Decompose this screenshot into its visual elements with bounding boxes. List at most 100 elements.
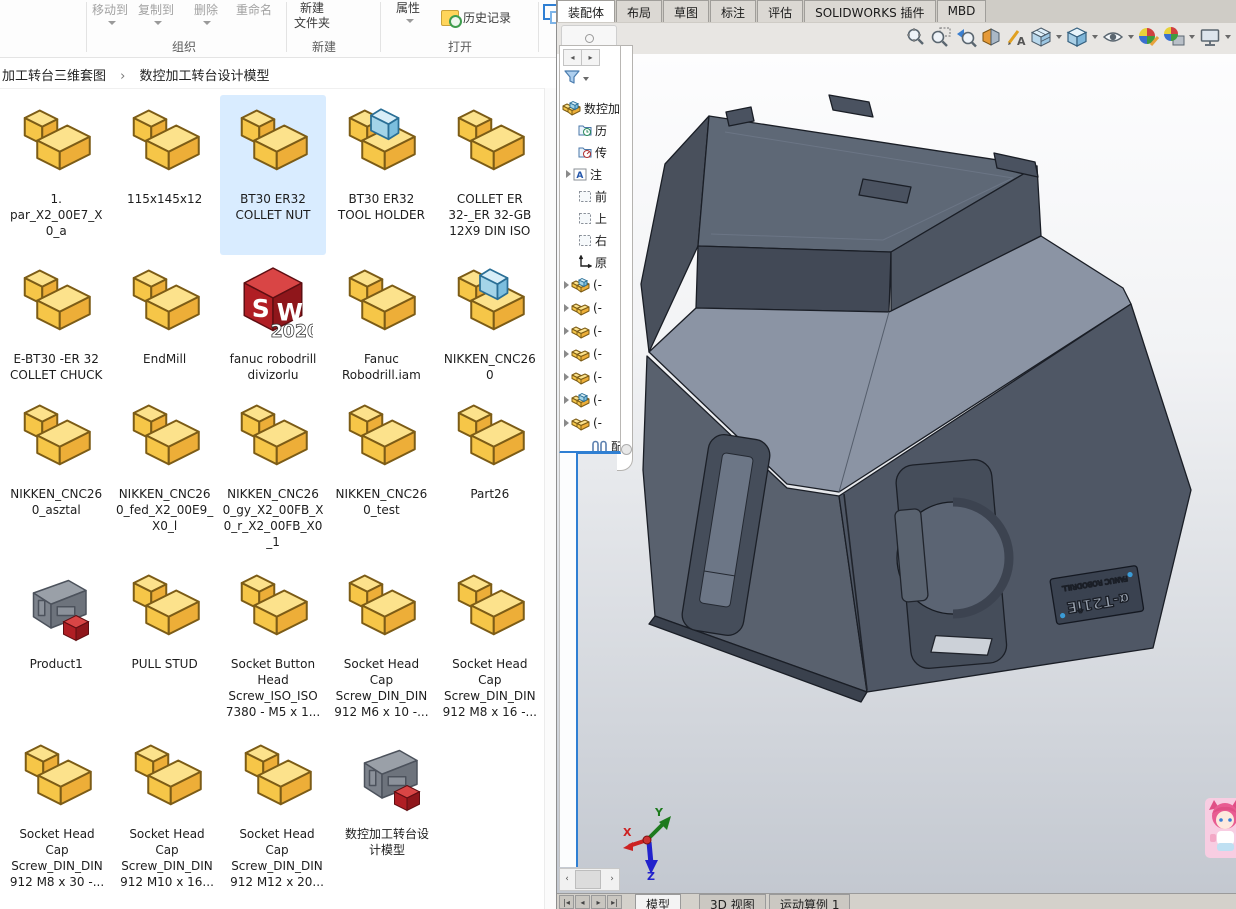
file-item[interactable]: NIKKEN_CNC26 0_fed_X2_00E9_ X0_l <box>111 390 217 560</box>
tree-item-annotations[interactable]: A 注 <box>564 164 621 184</box>
file-item[interactable]: 1. par_X2_00E7_X 0_a <box>3 95 109 255</box>
edit-appearance-icon[interactable] <box>1138 26 1160 48</box>
file-item[interactable]: 数控加工转台设 计模型 <box>333 730 441 904</box>
first-study-icon[interactable]: |◂ <box>559 895 574 909</box>
file-item[interactable]: 115x145x12 <box>111 95 217 255</box>
tree-item-mates[interactable]: 配 <box>590 436 621 454</box>
view-settings-icon[interactable] <box>1199 26 1221 48</box>
tab-3d-views[interactable]: 3D 视图 <box>699 894 766 909</box>
tab-addins[interactable]: SOLIDWORKS 插件 <box>804 0 935 22</box>
file-item[interactable]: fanuc robodrill divizorlu <box>220 255 326 390</box>
explorer-scrollbar[interactable] <box>544 88 556 909</box>
tree-component[interactable]: (- <box>562 344 621 364</box>
expand-caret-icon[interactable] <box>564 396 569 404</box>
tree-next-tab-button[interactable]: ▸ <box>581 49 600 66</box>
apply-scene-caret-icon[interactable] <box>1189 35 1195 39</box>
graphics-viewport[interactable]: α-T21îE FANUC ROBODRILL <box>557 54 1236 893</box>
last-study-icon[interactable]: ▸| <box>607 895 622 909</box>
tab-sketch[interactable]: 草图 <box>663 0 709 22</box>
file-item[interactable]: Socket Button Head Screw_ISO_ISO 7380 - … <box>220 560 326 730</box>
expand-caret-icon[interactable] <box>566 170 571 178</box>
file-item[interactable]: Fanuc Robodrill.iam <box>328 255 434 390</box>
next-study-icon[interactable]: ▸ <box>591 895 606 909</box>
hide-show-caret-icon[interactable] <box>1128 35 1134 39</box>
hide-show-items-icon[interactable] <box>1102 26 1124 48</box>
tree-item-sensors[interactable]: 传 <box>578 142 621 162</box>
breadcrumb-current[interactable]: 数控加工转台设计模型 <box>140 65 270 84</box>
file-item[interactable]: Socket Head Cap Screw_DIN_DIN 912 M6 x 1… <box>328 560 434 730</box>
scrollbar-thumb[interactable] <box>575 870 601 889</box>
history-button[interactable]: 历史记录 <box>463 11 511 26</box>
breadcrumb-parent[interactable]: 加工转台三维套图 <box>2 65 106 84</box>
tree-item-history[interactable]: 历 <box>578 120 621 140</box>
new-folder-button[interactable]: 新建 文件夹 <box>294 1 330 31</box>
zoom-to-fit-icon[interactable] <box>905 26 927 48</box>
tree-item-origin[interactable]: 原 <box>578 252 621 272</box>
scroll-right-icon[interactable]: › <box>605 869 619 890</box>
zoom-to-area-icon[interactable] <box>930 26 952 48</box>
copy-to-button[interactable]: 复制到 <box>138 3 174 18</box>
expand-caret-icon[interactable] <box>564 373 569 381</box>
move-to-button[interactable]: 移动到 <box>92 3 128 18</box>
expand-caret-icon[interactable] <box>564 281 569 289</box>
tree-item-front-plane[interactable]: 前 <box>578 186 621 206</box>
file-item[interactable]: BT30 ER32 TOOL HOLDER <box>328 95 434 255</box>
expand-caret-icon[interactable] <box>564 419 569 427</box>
tree-component[interactable]: (- <box>562 321 621 341</box>
file-item[interactable]: Product1 <box>3 560 109 730</box>
file-item[interactable]: NIKKEN_CNC26 0_gy_X2_00FB_X 0_r_X2_00FB_… <box>220 390 326 560</box>
tab-evaluate[interactable]: 评估 <box>757 0 803 22</box>
display-style-icon[interactable] <box>1066 26 1088 48</box>
copy-to-caret-icon[interactable] <box>154 21 162 25</box>
tree-component[interactable]: (- <box>562 367 621 387</box>
section-view-icon[interactable] <box>980 26 1002 48</box>
previous-view-icon[interactable] <box>955 26 977 48</box>
tree-item-top-plane[interactable]: 上 <box>578 208 621 228</box>
tab-motion-study[interactable]: 运动算例 1 <box>769 894 850 909</box>
file-item[interactable]: Socket Head Cap Screw_DIN_DIN 912 M12 x … <box>223 730 331 904</box>
tab-assembly[interactable]: 装配体 <box>557 0 615 22</box>
filter-caret-icon[interactable] <box>583 77 589 81</box>
file-item[interactable]: Part26 <box>437 390 543 560</box>
rename-button[interactable]: 重命名 <box>236 3 272 18</box>
file-item[interactable]: COLLET ER 32-_ER 32-GB 12X9 DIN ISO <box>437 95 543 255</box>
tree-component[interactable]: (- <box>562 413 621 433</box>
tab-markup[interactable]: 标注 <box>710 0 756 22</box>
properties-caret-icon[interactable] <box>406 19 414 23</box>
expand-caret-icon[interactable] <box>564 350 569 358</box>
filter-icon[interactable] <box>564 70 581 85</box>
scroll-left-icon[interactable]: ‹ <box>560 869 574 890</box>
delete-caret-icon[interactable] <box>203 21 211 25</box>
file-item[interactable]: NIKKEN_CNC26 0_test <box>328 390 434 560</box>
tree-horizontal-scrollbar[interactable]: ‹ › <box>559 868 620 891</box>
view-settings-caret-icon[interactable] <box>1225 35 1231 39</box>
tree-component[interactable]: (- <box>562 275 621 295</box>
file-item[interactable]: PULL STUD <box>111 560 217 730</box>
properties-button[interactable]: 属性 <box>396 1 420 16</box>
move-to-caret-icon[interactable] <box>108 21 116 25</box>
file-item[interactable]: EndMill <box>111 255 217 390</box>
tab-layout[interactable]: 布局 <box>616 0 662 22</box>
tree-prev-tab-button[interactable]: ◂ <box>563 49 582 66</box>
apply-scene-icon[interactable] <box>1163 26 1185 48</box>
file-item[interactable]: E-BT30 -ER 32 COLLET CHUCK <box>3 255 109 390</box>
flyout-collapse-handle[interactable] <box>621 444 632 455</box>
file-item[interactable]: Socket Head Cap Screw_DIN_DIN 912 M8 x 3… <box>3 730 111 904</box>
tree-component[interactable]: (- <box>562 298 621 318</box>
file-item[interactable]: Socket Head Cap Screw_DIN_DIN 912 M10 x … <box>113 730 221 904</box>
file-item[interactable]: NIKKEN_CNC26 0_asztal <box>3 390 109 560</box>
display-style-caret-icon[interactable] <box>1092 35 1098 39</box>
file-item-selected[interactable]: BT30 ER32 COLLET NUT <box>220 95 326 255</box>
tree-component[interactable]: (- <box>562 390 621 410</box>
tree-item-right-plane[interactable]: 右 <box>578 230 621 250</box>
tab-mbd[interactable]: MBD <box>937 0 987 22</box>
expand-caret-icon[interactable] <box>564 327 569 335</box>
view-orientation-caret-icon[interactable] <box>1056 35 1062 39</box>
file-item[interactable]: NIKKEN_CNC26 0 <box>437 255 543 390</box>
delete-button[interactable]: 删除 <box>194 3 218 18</box>
prev-study-icon[interactable]: ◂ <box>575 895 590 909</box>
tab-model[interactable]: 模型 <box>635 894 681 909</box>
tree-root-assembly[interactable]: 数控加 <box>562 98 621 118</box>
view-orientation-icon[interactable] <box>1030 26 1052 48</box>
assembly-3d-model[interactable]: α-T21îE FANUC ROBODRILL <box>557 54 1236 893</box>
